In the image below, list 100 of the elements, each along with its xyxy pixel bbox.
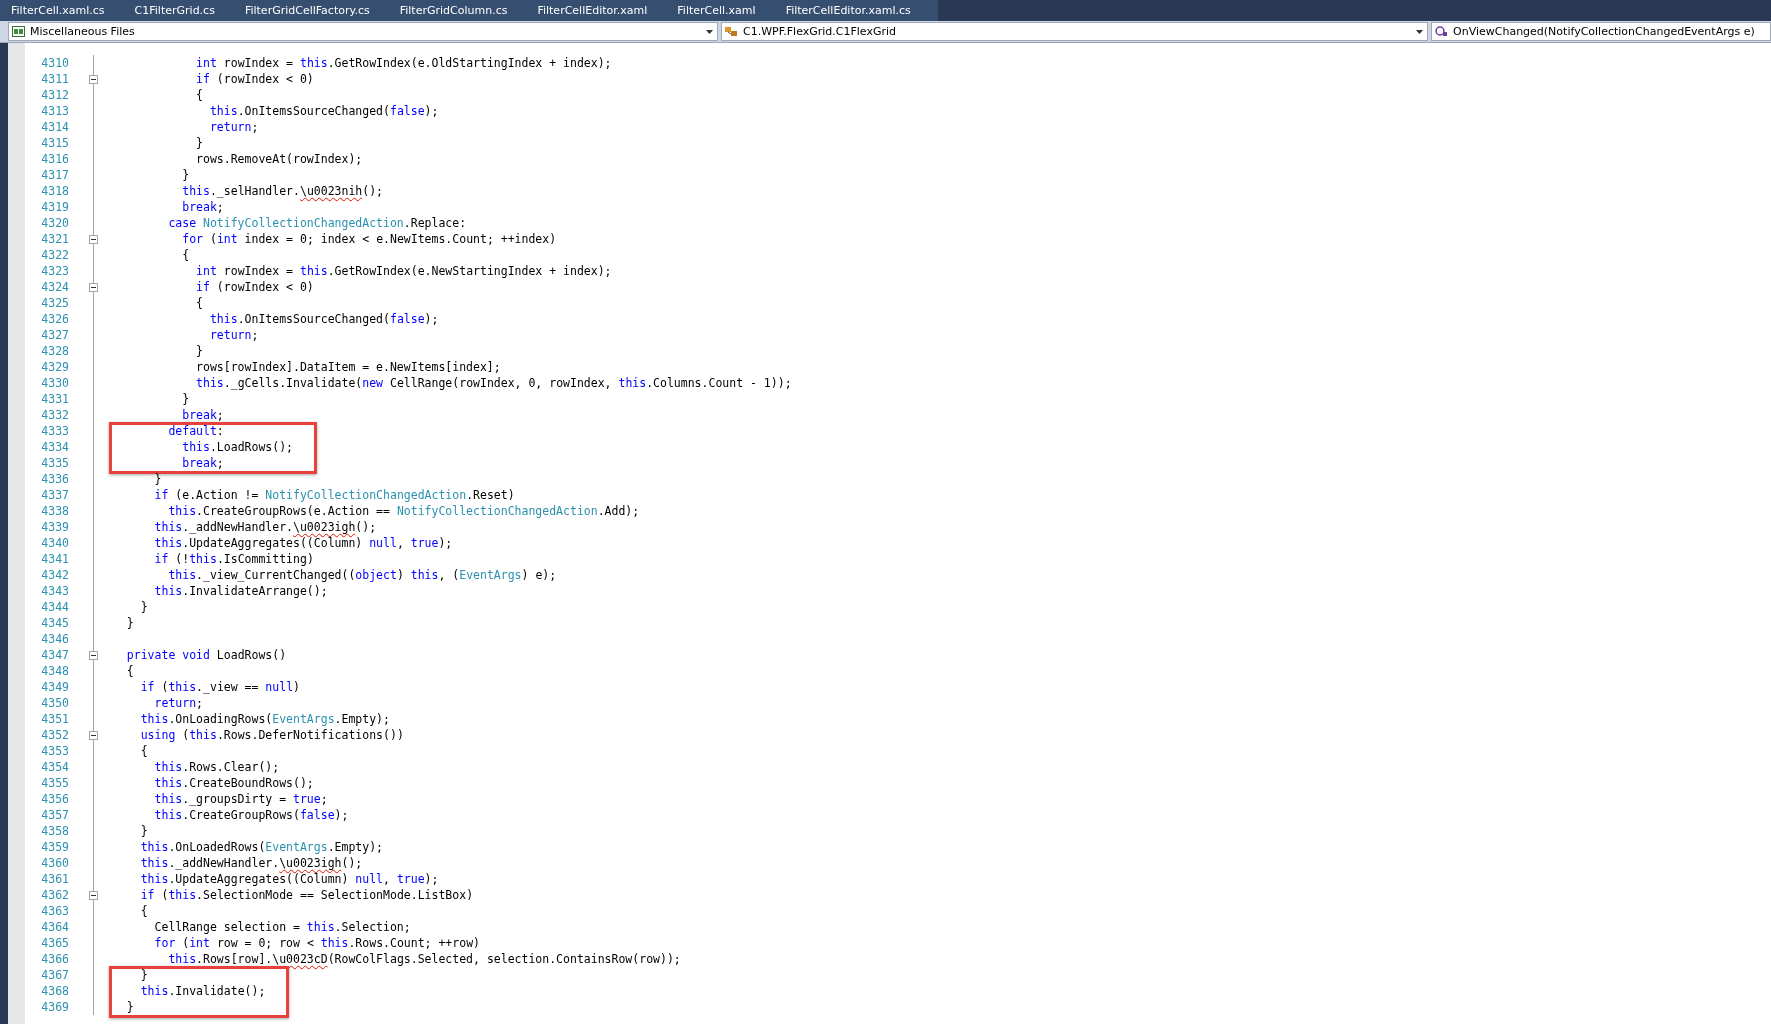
line-number: 4327 bbox=[40, 327, 69, 343]
file-tab[interactable]: FilterCell.xaml bbox=[668, 0, 777, 21]
file-tab[interactable]: C1FilterGrid.cs bbox=[125, 0, 236, 21]
line-number: 4366 bbox=[40, 951, 69, 967]
line-number: 4347 bbox=[40, 647, 69, 663]
line-number: 4310 bbox=[40, 55, 69, 71]
line-number: 4323 bbox=[40, 263, 69, 279]
line-number: 4357 bbox=[40, 807, 69, 823]
line-number: 4333 bbox=[40, 423, 69, 439]
code-line: { bbox=[140, 903, 148, 919]
code-line: this.CreateGroupRows(false); bbox=[154, 807, 349, 823]
collapse-toggle[interactable] bbox=[89, 74, 98, 84]
member-dropdown[interactable]: OnViewChanged(NotifyCollectionChangedEventArgs e) bbox=[1431, 22, 1771, 41]
project-dropdown[interactable]: Miscellaneous Files bbox=[8, 22, 718, 41]
code-line: this.Invalidate(); bbox=[140, 983, 266, 999]
code-line: this.OnLoadingRows(EventArgs.Empty); bbox=[140, 711, 390, 727]
line-number: 4328 bbox=[40, 343, 69, 359]
line-number: 4361 bbox=[40, 871, 69, 887]
line-number: 4334 bbox=[40, 439, 69, 455]
code-line: this.Rows.Clear(); bbox=[154, 759, 280, 775]
code-line: int rowIndex = this.GetRowIndex(e.NewStartingIndex + index); bbox=[196, 263, 612, 279]
line-number: 4355 bbox=[40, 775, 69, 791]
code-line: this.CreateGroupRows(e.Action == NotifyCollectionChangedAction.Add); bbox=[168, 503, 640, 519]
code-line: this.UpdateAggregates((Column) null, true); bbox=[154, 535, 453, 551]
line-number: 4362 bbox=[40, 887, 69, 903]
code-line: this.InvalidateArrange(); bbox=[154, 583, 328, 599]
code-line: } bbox=[154, 471, 162, 487]
code-line: { bbox=[196, 295, 203, 311]
code-line: CellRange selection = this.Selection; bbox=[154, 919, 411, 935]
line-number: 4336 bbox=[40, 471, 69, 487]
code-line: this._gCells.Invalidate(new CellRange(rowIndex, 0, rowIndex, this.Columns.Count - 1)); bbox=[196, 375, 792, 391]
line-number: 4316 bbox=[40, 151, 69, 167]
code-line: { bbox=[140, 743, 148, 759]
line-number: 4313 bbox=[40, 103, 69, 119]
code-line: this.OnItemsSourceChanged(false); bbox=[209, 103, 439, 119]
line-number: 4325 bbox=[40, 295, 69, 311]
code-line: if (!this.IsCommitting) bbox=[154, 551, 314, 567]
code-line: } bbox=[196, 343, 203, 359]
code-line: this._selHandler.\u0023nih(); bbox=[182, 183, 384, 199]
line-number: 4339 bbox=[40, 519, 69, 535]
code-line: int rowIndex = this.GetRowIndex(e.OldStartingIndex + index); bbox=[196, 55, 612, 71]
code-line: } bbox=[140, 967, 148, 983]
file-tab[interactable]: FilterGridCellFactory.cs bbox=[235, 0, 391, 21]
line-number: 4341 bbox=[40, 551, 69, 567]
type-dropdown[interactable]: C1.WPF.FlexGrid.C1FlexGrid bbox=[721, 22, 1428, 41]
code-line: if (this.SelectionMode == SelectionMode.ListBox) bbox=[140, 887, 474, 903]
code-line: } bbox=[140, 823, 148, 839]
file-tab[interactable]: FilterCellEditor.xaml.cs bbox=[776, 0, 932, 21]
line-number: 4321 bbox=[40, 231, 69, 247]
collapse-toggle[interactable] bbox=[89, 234, 98, 244]
code-line: } bbox=[140, 599, 148, 615]
line-number: 4343 bbox=[40, 583, 69, 599]
code-line: if (rowIndex < 0) bbox=[196, 279, 314, 295]
line-number: 4351 bbox=[40, 711, 69, 727]
code-line: } bbox=[126, 615, 134, 631]
line-number: 4322 bbox=[40, 247, 69, 263]
collapse-toggle[interactable] bbox=[89, 282, 98, 292]
line-number: 4367 bbox=[40, 967, 69, 983]
file-tab[interactable]: FilterCellEditor.xaml bbox=[528, 0, 669, 21]
method-icon bbox=[1435, 26, 1448, 37]
line-number: 4342 bbox=[40, 567, 69, 583]
line-number: 4314 bbox=[40, 119, 69, 135]
code-line: } bbox=[182, 391, 190, 407]
code-line: this._addNewHandler.\u0023igh(); bbox=[140, 855, 363, 871]
line-number: 4340 bbox=[40, 535, 69, 551]
line-number: 4363 bbox=[40, 903, 69, 919]
code-line: this._view_CurrentChanged((object) this, (EventArgs) e); bbox=[168, 567, 557, 583]
line-number: 4337 bbox=[40, 487, 69, 503]
code-line: this._addNewHandler.\u0023igh(); bbox=[154, 519, 377, 535]
code-line: if (this._view == null) bbox=[140, 679, 300, 695]
code-line: this.UpdateAggregates((Column) null, true); bbox=[140, 871, 439, 887]
code-line: } bbox=[182, 167, 190, 183]
code-line: this.CreateBoundRows(); bbox=[154, 775, 314, 791]
code-line: if (rowIndex < 0) bbox=[196, 71, 314, 87]
collapse-toggle[interactable] bbox=[89, 890, 98, 900]
line-number: 4344 bbox=[40, 599, 69, 615]
file-tab[interactable]: FilterCell.xaml.cs bbox=[2, 0, 126, 21]
line-number: 4365 bbox=[40, 935, 69, 951]
code-line: private void LoadRows() bbox=[126, 647, 287, 663]
line-number: 4356 bbox=[40, 791, 69, 807]
code-line: rows.RemoveAt(rowIndex); bbox=[196, 151, 363, 167]
line-number: 4317 bbox=[40, 167, 69, 183]
line-number: 4348 bbox=[40, 663, 69, 679]
line-number: 4319 bbox=[40, 199, 69, 215]
file-tab[interactable]: FilterGridColumn.cs bbox=[390, 0, 529, 21]
line-number: 4312 bbox=[40, 87, 69, 103]
line-number: 4350 bbox=[40, 695, 69, 711]
line-number: 4349 bbox=[40, 679, 69, 695]
code-line: case NotifyCollectionChangedAction.Replace: bbox=[168, 215, 467, 231]
collapse-toggle[interactable] bbox=[89, 650, 98, 660]
collapse-toggle[interactable] bbox=[89, 730, 98, 740]
code-line: break; bbox=[182, 455, 224, 471]
line-number: 4330 bbox=[40, 375, 69, 391]
line-number: 4318 bbox=[40, 183, 69, 199]
code-line: { bbox=[196, 87, 203, 103]
line-number: 4345 bbox=[40, 615, 69, 631]
code-line: for (int row = 0; row < this.Rows.Count; ++row) bbox=[154, 935, 480, 951]
line-number: 4364 bbox=[40, 919, 69, 935]
class-icon bbox=[725, 26, 738, 37]
line-number: 4315 bbox=[40, 135, 69, 151]
